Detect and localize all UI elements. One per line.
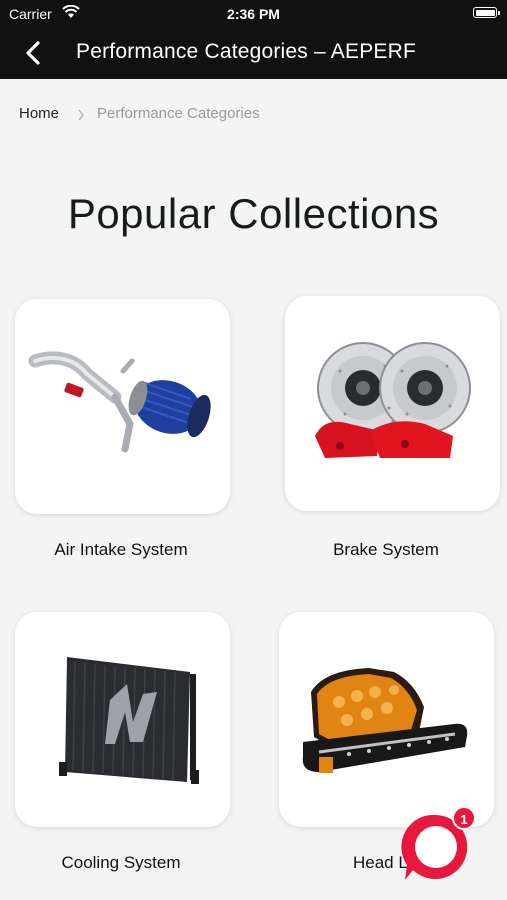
breadcrumb-home-link[interactable]: Home (19, 105, 59, 122)
nav-bar: Performance Categories – AEPERF (0, 27, 507, 79)
status-bar: Carrier 2:36 PM (0, 0, 507, 27)
battery-tip (498, 11, 500, 15)
brake-image (315, 342, 471, 458)
collection-card-head-lights[interactable] (279, 612, 494, 827)
air-intake-image (28, 351, 211, 453)
collection-card-brake-system[interactable] (285, 296, 500, 511)
page-title: Popular Collections (67, 190, 440, 237)
collection-card-cooling-system[interactable] (15, 612, 230, 827)
back-arrow-icon[interactable] (20, 39, 48, 67)
battery-icon (473, 7, 497, 18)
nav-title: Performance Categories – AEPERF (76, 40, 417, 63)
breadcrumb: Home Performance Categories (19, 105, 260, 122)
collection-label[interactable]: Cooling System (0, 853, 246, 873)
notification-badge: 1 (452, 806, 476, 830)
radiator-image (59, 657, 199, 784)
clock: 2:36 PM (227, 6, 280, 22)
collection-card-air-intake[interactable] (15, 299, 230, 514)
collection-label[interactable]: Brake System (261, 540, 507, 560)
breadcrumb-current: Performance Categories (97, 105, 260, 122)
chevron-right-icon (78, 109, 84, 121)
collection-label[interactable]: Air Intake System (0, 540, 246, 560)
headlight-image (302, 668, 468, 773)
